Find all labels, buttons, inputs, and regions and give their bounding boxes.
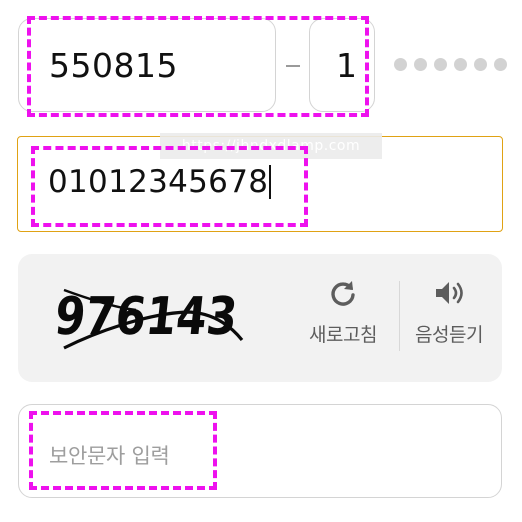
- masked-digit-dot: [454, 58, 467, 71]
- annotation-box-phone: [31, 146, 308, 227]
- audio-label: 음성듣기: [415, 324, 483, 346]
- id-masked-dots: [394, 58, 507, 74]
- annotation-box-security-input: [29, 411, 217, 490]
- masked-digit-dot: [474, 58, 487, 71]
- captcha-image: 976143: [56, 287, 244, 350]
- refresh-icon: [331, 281, 355, 306]
- masked-digit-dot: [414, 58, 427, 71]
- annotation-box-id: [27, 16, 369, 117]
- refresh-label: 새로고침: [309, 324, 377, 346]
- audio-captcha-button[interactable]: 음성듣기: [403, 278, 495, 347]
- masked-digit-dot: [394, 58, 407, 71]
- masked-digit-dot: [434, 58, 447, 71]
- captcha-button-divider: [399, 281, 400, 351]
- masked-digit-dot: [494, 58, 507, 71]
- refresh-captcha-button[interactable]: 새로고침: [297, 278, 389, 347]
- speaker-icon: [436, 282, 463, 304]
